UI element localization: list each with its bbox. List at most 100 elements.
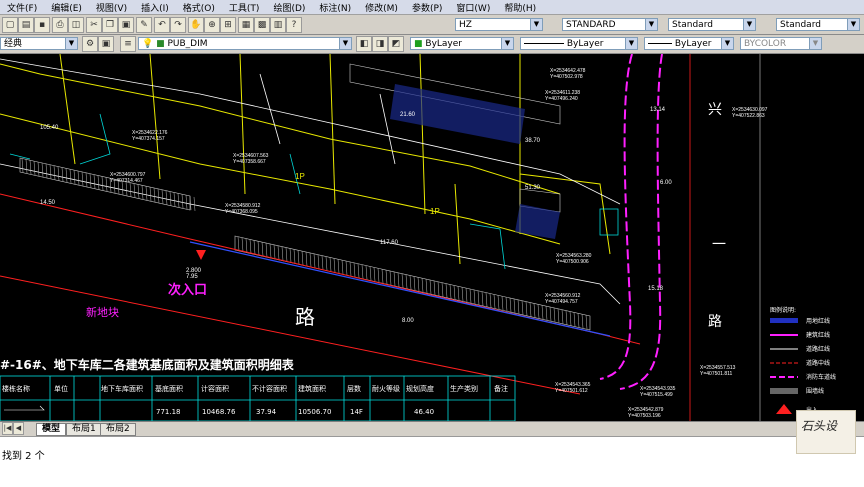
properties-icon[interactable]: ▦ bbox=[238, 17, 254, 33]
preview-icon[interactable]: ◫ bbox=[68, 17, 84, 33]
dim-style-select[interactable]: STANDARD ▼ bbox=[562, 18, 658, 31]
prev-tab-icon[interactable]: ◀ bbox=[13, 422, 24, 435]
text-style-select[interactable]: HZ ▼ bbox=[455, 18, 543, 31]
standard-toolbar: ▢ ▤ ▪ ⎙ ◫ ✂ ❐ ▣ ✎ ↶ ↷ ✋ ⊕ ⊞ ▦ ▩ ▥ ? HZ ▼ … bbox=[0, 15, 864, 35]
table-header: 层数 bbox=[347, 384, 361, 393]
menu-item[interactable]: 格式(O) bbox=[176, 1, 222, 14]
hatch-line bbox=[285, 247, 288, 262]
open-icon[interactable]: ▤ bbox=[18, 17, 34, 33]
hatch-line bbox=[529, 302, 532, 317]
hatch-line bbox=[281, 246, 284, 261]
tab-layout1[interactable]: 布局1 bbox=[66, 423, 102, 436]
settings-icon[interactable]: ⚙ bbox=[82, 36, 98, 52]
first-tab-icon[interactable]: |◀ bbox=[2, 422, 13, 435]
zoom-window-icon[interactable]: ⊞ bbox=[220, 17, 236, 33]
layer-previous-icon[interactable]: ◧ bbox=[356, 36, 372, 52]
hatch-line bbox=[97, 175, 100, 190]
dim-label: 13.14 bbox=[650, 107, 666, 113]
tab-model[interactable]: 模型 bbox=[36, 423, 67, 436]
redo-icon[interactable]: ↷ bbox=[170, 17, 186, 33]
menu-item[interactable]: 修改(M) bbox=[358, 1, 405, 14]
block-label: 新地块 bbox=[86, 305, 119, 319]
hatch-line bbox=[141, 185, 144, 200]
hatch-line bbox=[497, 295, 500, 310]
hatch-line bbox=[45, 163, 48, 178]
workspace-select[interactable]: 经典 ▼ bbox=[0, 37, 78, 50]
plotstyle-select[interactable]: BYCOLOR ▼ bbox=[740, 37, 822, 50]
lineweight-select[interactable]: ByLayer ▼ bbox=[644, 37, 734, 50]
menu-item[interactable]: 标注(N) bbox=[312, 1, 358, 14]
hatch-line bbox=[69, 169, 72, 184]
hatch-line bbox=[105, 177, 108, 192]
table-cell: 10468.76 bbox=[202, 408, 236, 416]
menu-item[interactable]: 文件(F) bbox=[0, 1, 44, 14]
mleader-style-select[interactable]: Standard ▼ bbox=[776, 18, 860, 31]
hatch-line bbox=[453, 285, 456, 300]
hatch-line bbox=[301, 251, 304, 266]
table-header: 规划高度 bbox=[406, 384, 434, 393]
help-icon[interactable]: ? bbox=[286, 17, 302, 33]
hatch-line bbox=[341, 260, 344, 275]
hatch-line bbox=[461, 287, 464, 302]
legend-item: 道路红线 bbox=[806, 345, 830, 353]
table-style-select[interactable]: Standard ▼ bbox=[668, 18, 756, 31]
menu-item[interactable]: 插入(I) bbox=[134, 1, 176, 14]
print-icon[interactable]: ⎙ bbox=[52, 17, 68, 33]
color-select[interactable]: ■ ByLayer ▼ bbox=[410, 37, 514, 50]
copy-icon[interactable]: ❐ bbox=[102, 17, 118, 33]
cut-icon[interactable]: ✂ bbox=[86, 17, 102, 33]
table-header: 耐火等级 bbox=[372, 384, 400, 393]
save-icon[interactable]: ▪ bbox=[34, 17, 50, 33]
menu-item[interactable]: 帮助(H) bbox=[497, 1, 543, 14]
tab-layout2[interactable]: 布局2 bbox=[100, 423, 136, 436]
hatch-line bbox=[485, 292, 488, 307]
pan-icon[interactable]: ✋ bbox=[188, 17, 204, 33]
hatch-line bbox=[465, 288, 468, 303]
zoom-icon[interactable]: ⊕ bbox=[204, 17, 220, 33]
drawing-canvas[interactable]: X=2534642.478 Y=407502.978 X=2534611.238… bbox=[0, 54, 864, 421]
menu-item[interactable]: 编辑(E) bbox=[44, 1, 89, 14]
hatch-line bbox=[101, 176, 104, 191]
legend-item: 围墙线 bbox=[806, 387, 824, 395]
hatch-line bbox=[129, 182, 132, 197]
hatch-line bbox=[553, 307, 556, 322]
workspace-icon[interactable]: ▣ bbox=[98, 36, 114, 52]
paste-icon[interactable]: ▣ bbox=[118, 17, 134, 33]
menu-item[interactable]: 视图(V) bbox=[89, 1, 134, 14]
road-label-mid: 一 bbox=[712, 237, 726, 253]
hatch-line bbox=[57, 166, 60, 181]
hatch-line bbox=[133, 183, 136, 198]
layer-isolate-icon[interactable]: ◩ bbox=[388, 36, 404, 52]
menu-item[interactable]: 窗口(W) bbox=[449, 1, 497, 14]
linetype-select[interactable]: ByLayer ▼ bbox=[520, 37, 638, 50]
hatch-line bbox=[165, 190, 168, 205]
menu-item[interactable]: 绘图(D) bbox=[266, 1, 312, 14]
layer-manager-icon[interactable]: ≡ bbox=[120, 36, 136, 52]
hatch-line bbox=[473, 289, 476, 304]
layer-match-icon[interactable]: ◨ bbox=[372, 36, 388, 52]
hatch-line bbox=[365, 265, 368, 280]
table-header: 不计容面积 bbox=[252, 384, 287, 393]
calculator-icon[interactable]: ▥ bbox=[270, 17, 286, 33]
hatch-line bbox=[561, 309, 564, 324]
hatch-line bbox=[401, 273, 404, 288]
menu-item[interactable]: 参数(P) bbox=[405, 1, 449, 14]
match-icon[interactable]: ✎ bbox=[136, 17, 152, 33]
menu-item[interactable]: 工具(T) bbox=[222, 1, 267, 14]
command-line[interactable]: 找到 2 个 bbox=[0, 436, 864, 487]
hatch-line bbox=[337, 259, 340, 274]
table-header: 基底面积 bbox=[155, 384, 183, 393]
table-header: 计容面积 bbox=[201, 384, 229, 393]
undo-icon[interactable]: ↶ bbox=[154, 17, 170, 33]
hatch-line bbox=[481, 291, 484, 306]
coord-label: Y=407500.906 bbox=[556, 259, 589, 265]
hatch-line bbox=[77, 170, 80, 186]
hatch-line bbox=[321, 255, 324, 270]
hatch-line bbox=[261, 242, 264, 257]
hatch-line bbox=[477, 290, 480, 305]
layer-select[interactable]: 💡 ■ PUB_DIM ▼ bbox=[138, 37, 352, 50]
hatch-line bbox=[437, 281, 440, 296]
new-icon[interactable]: ▢ bbox=[2, 17, 18, 33]
design-center-icon[interactable]: ▩ bbox=[254, 17, 270, 33]
hatch-line bbox=[397, 272, 400, 287]
